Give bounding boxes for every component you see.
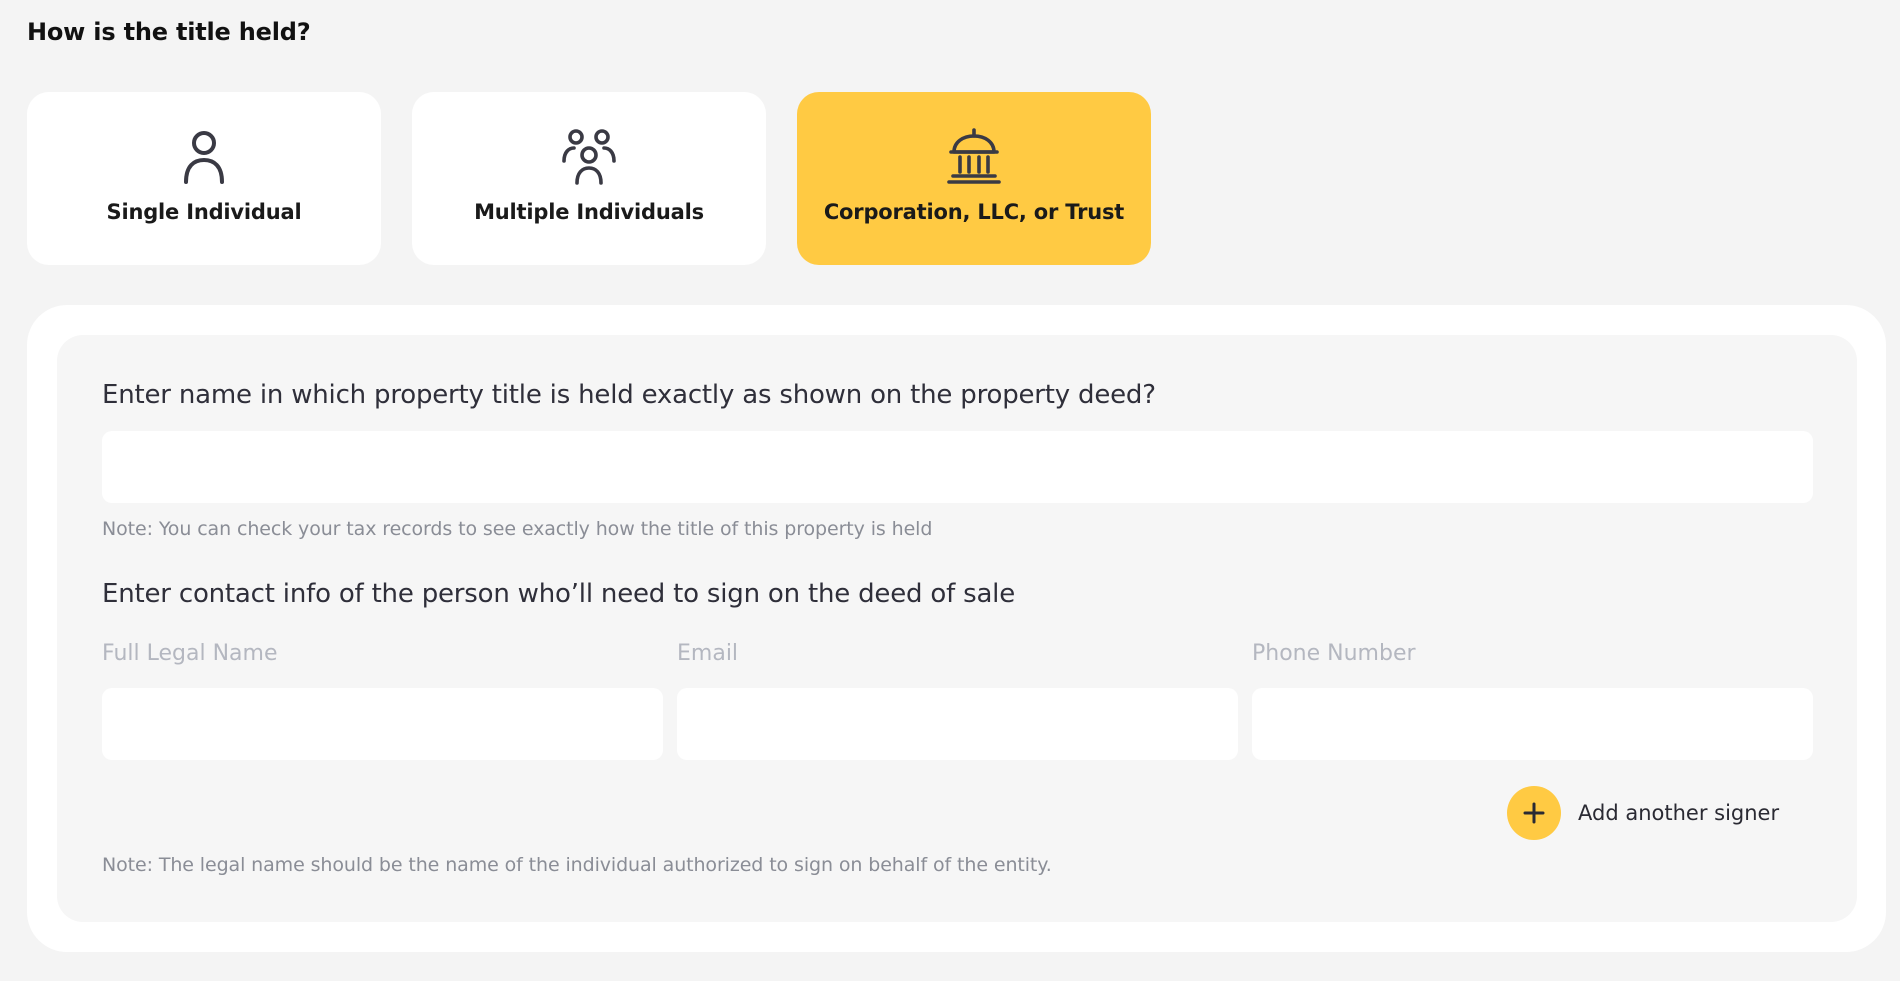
phone-number-label: Phone Number xyxy=(1252,641,1416,666)
option-label: Corporation, LLC, or Trust xyxy=(823,200,1125,224)
email-input[interactable] xyxy=(677,688,1238,760)
option-label: Single Individual xyxy=(106,200,302,224)
tax-records-note: Note: You can check your tax records to … xyxy=(102,518,933,540)
full-legal-name-label: Full Legal Name xyxy=(102,641,278,666)
contact-info-question: Enter contact info of the person who’ll … xyxy=(102,579,1016,609)
add-another-signer-button[interactable]: Add another signer xyxy=(1507,786,1779,840)
email-label: Email xyxy=(677,641,739,666)
plus-icon xyxy=(1523,802,1545,824)
bank-building-icon xyxy=(947,128,1001,184)
add-signer-label: Add another signer xyxy=(1578,801,1780,825)
person-icon xyxy=(184,131,224,184)
legal-name-note: Note: The legal name should be the name … xyxy=(102,854,1052,876)
details-panel: Enter name in which property title is he… xyxy=(27,305,1886,952)
details-form: Enter name in which property title is he… xyxy=(57,335,1857,922)
option-multiple-individuals[interactable]: Multiple Individuals xyxy=(412,92,766,265)
full-legal-name-input[interactable] xyxy=(102,688,663,760)
question-heading: How is the title held? xyxy=(27,18,311,46)
option-label: Multiple Individuals xyxy=(474,200,704,224)
title-name-input[interactable] xyxy=(102,431,1813,503)
people-group-icon xyxy=(562,129,616,185)
phone-number-input[interactable] xyxy=(1252,688,1813,760)
option-corporation-llc-trust[interactable]: Corporation, LLC, or Trust xyxy=(797,92,1151,265)
title-name-question: Enter name in which property title is he… xyxy=(102,380,1156,410)
title-holding-options: Single Individual Multiple Individuals C… xyxy=(27,92,1151,265)
add-signer-circle[interactable] xyxy=(1507,786,1561,840)
option-single-individual[interactable]: Single Individual xyxy=(27,92,381,265)
